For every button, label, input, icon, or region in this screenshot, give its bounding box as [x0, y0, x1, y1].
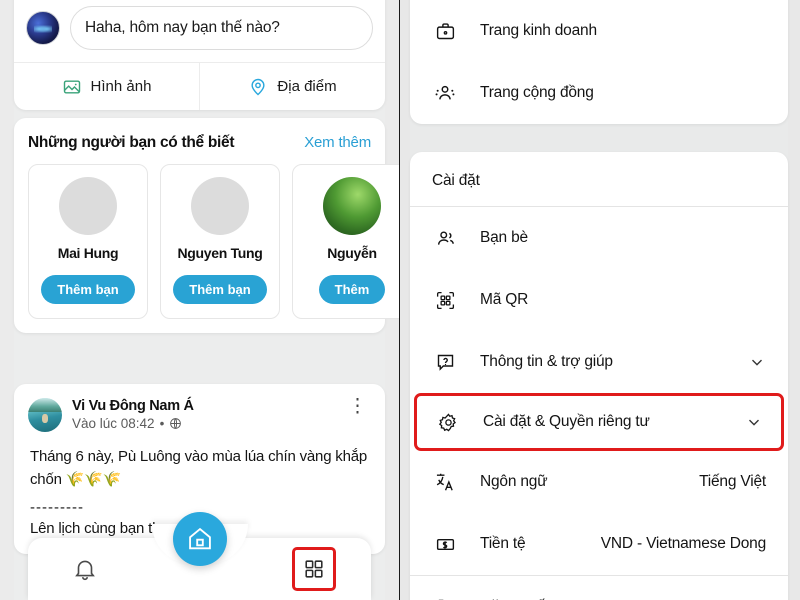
- nav-slot-grid[interactable]: [257, 547, 371, 591]
- friend-suggestions-title: Những người bạn có thể biết: [28, 134, 235, 151]
- post-author-name[interactable]: Vi Vu Đông Nam Á: [72, 398, 344, 414]
- post-separator: •: [159, 416, 165, 431]
- settings-item-qr-code[interactable]: Mã QR: [410, 269, 788, 331]
- settings-item-value: Tiếng Việt: [699, 473, 766, 490]
- briefcase-icon: [432, 21, 458, 42]
- add-friend-button[interactable]: Thêm bạn: [173, 275, 267, 304]
- globe-icon: [169, 417, 182, 430]
- post-author-avatar[interactable]: [28, 398, 62, 432]
- qr-code-icon: [432, 290, 458, 311]
- settings-item-friends[interactable]: Bạn bè: [410, 207, 788, 269]
- chevron-down-icon: [745, 413, 763, 431]
- composer-input-row[interactable]: Haha, hôm nay bạn thế nào?: [14, 0, 385, 62]
- location-pin-icon: [248, 77, 268, 97]
- friend-suggestions-rail[interactable]: Mai Hung Thêm bạn Nguyen Tung Thêm bạn N…: [14, 164, 399, 319]
- friend-avatar: [323, 177, 381, 235]
- friends-icon: [432, 228, 458, 249]
- settings-item-label: Thông tin & trợ giúp: [480, 353, 613, 370]
- menu-item-label: Trang cộng đồng: [480, 84, 594, 101]
- settings-item-label: Mã QR: [480, 291, 529, 308]
- friend-name: Nguyen Tung: [177, 245, 263, 261]
- menu-item-business-page[interactable]: Trang kinh doanh: [410, 0, 788, 62]
- menu-item-label: Trang kinh doanh: [480, 22, 597, 39]
- friend-card[interactable]: Nguyen Tung Thêm bạn: [160, 164, 280, 319]
- settings-item-logout[interactable]: Đăng xuất: [410, 576, 788, 600]
- settings-item-label: Cài đặt & Quyền riêng tư: [483, 413, 650, 430]
- composer-input[interactable]: Haha, hôm nay bạn thế nào?: [70, 6, 373, 50]
- settings-item-label: Ngôn ngữ: [480, 473, 548, 490]
- menu-item-community-page[interactable]: Trang cộng đồng: [410, 62, 788, 124]
- bell-icon[interactable]: [72, 556, 98, 582]
- add-friend-button[interactable]: Thêm: [318, 275, 386, 304]
- settings-item-value: VND - Vietnamese Dong: [600, 535, 766, 552]
- logout-icon: [432, 597, 458, 600]
- settings-item-settings-privacy[interactable]: Cài đặt & Quyền riêng tư: [414, 393, 784, 451]
- user-avatar[interactable]: [26, 11, 60, 45]
- composer-action-location-label: Địa điểm: [277, 78, 337, 95]
- post-text: Tháng 6 này, Pù Luông vào mùa lúa chín v…: [30, 448, 368, 488]
- post-timestamp: Vào lúc 08:42: [72, 416, 155, 431]
- composer-action-image[interactable]: Hình ảnh: [14, 63, 199, 110]
- settings-item-info-help[interactable]: Thông tin & trợ giúp: [410, 331, 788, 393]
- composer-action-location[interactable]: Địa điểm: [199, 63, 385, 110]
- friend-card[interactable]: Nguyễn Thêm: [292, 164, 399, 319]
- settings-item-label: Tiền tệ: [480, 535, 526, 552]
- composer-actions: Hình ảnh Địa điểm: [14, 62, 385, 110]
- chevron-down-icon: [748, 353, 766, 371]
- help-icon: [432, 352, 458, 373]
- bottom-navigation-bar: [28, 512, 371, 600]
- settings-item-language[interactable]: Ngôn ngữ Tiếng Việt: [410, 451, 788, 513]
- friend-avatar: [191, 177, 249, 235]
- see-more-link[interactable]: Xem thêm: [304, 134, 371, 151]
- friend-suggestions-header: Những người bạn có thể biết Xem thêm: [14, 118, 385, 164]
- screenshot-root: Haha, hôm nay bạn thế nào? Hình ảnh Địa …: [0, 0, 800, 600]
- composer-placeholder-text: Haha, hôm nay bạn thế nào?: [85, 19, 280, 36]
- left-phone-body: Haha, hôm nay bạn thế nào? Hình ảnh Địa …: [14, 0, 399, 600]
- image-icon: [62, 77, 82, 97]
- post-timestamp-row: Vào lúc 08:42 •: [72, 416, 344, 431]
- left-phone-panel: Haha, hôm nay bạn thế nào? Hình ảnh Địa …: [0, 0, 400, 600]
- settings-card: Cài đặt Bạn bè Mã QR Thông tin & trợ giú…: [410, 152, 788, 600]
- post-composer-card: Haha, hôm nay bạn thế nào? Hình ảnh Địa …: [14, 0, 385, 110]
- settings-section-title: Cài đặt: [432, 172, 480, 189]
- post-meta: Vi Vu Đông Nam Á Vào lúc 08:42 •: [72, 398, 344, 431]
- grid-menu-button[interactable]: [291, 547, 336, 591]
- nav-slot-notifications[interactable]: [28, 556, 142, 582]
- friend-name: Mai Hung: [57, 245, 119, 261]
- right-phone-panel: Trang kinh doanh Trang cộng đồng Cài đặt…: [400, 0, 800, 600]
- more-vertical-icon[interactable]: ⋮: [344, 397, 371, 416]
- composer-action-image-label: Hình ảnh: [90, 78, 152, 95]
- community-icon: [432, 82, 458, 104]
- settings-item-currency[interactable]: Tiền tệ VND - Vietnamese Dong: [410, 513, 788, 575]
- settings-item-label: Bạn bè: [480, 229, 528, 246]
- friend-suggestions-card: Những người bạn có thể biết Xem thêm Mai…: [14, 118, 399, 333]
- gear-icon: [435, 412, 461, 433]
- currency-icon: [432, 534, 458, 555]
- grid-icon: [303, 558, 325, 580]
- add-friend-button[interactable]: Thêm bạn: [41, 275, 135, 304]
- home-button[interactable]: [172, 512, 227, 566]
- translate-icon: [432, 471, 458, 493]
- pages-card: Trang kinh doanh Trang cộng đồng: [410, 0, 788, 124]
- friend-name: Nguyễn: [327, 245, 377, 261]
- friend-card[interactable]: Mai Hung Thêm bạn: [28, 164, 148, 319]
- home-icon: [186, 525, 214, 553]
- friend-avatar: [59, 177, 117, 235]
- right-phone-body: Trang kinh doanh Trang cộng đồng Cài đặt…: [410, 0, 788, 600]
- post-header: Vi Vu Đông Nam Á Vào lúc 08:42 • ⋮: [14, 384, 385, 432]
